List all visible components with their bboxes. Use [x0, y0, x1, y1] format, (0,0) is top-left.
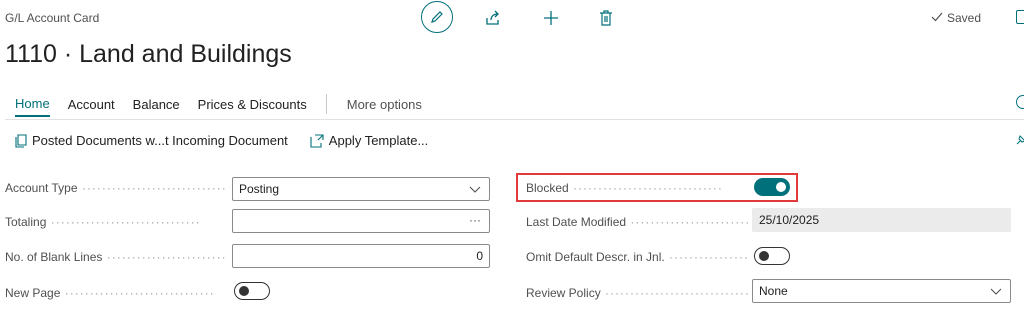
account-type-label: Account Type [5, 181, 228, 195]
action-tabs: Home Account Balance Prices & Discounts … [15, 94, 422, 118]
posted-documents-button[interactable]: Posted Documents w...t Incoming Document [15, 133, 288, 148]
breadcrumb: G/L Account Card [5, 11, 100, 25]
document-icon [15, 133, 27, 148]
new-page-label: New Page [5, 286, 228, 300]
checkmark-icon [931, 11, 943, 25]
chevron-down-icon [469, 186, 481, 193]
actions-bar: Posted Documents w...t Incoming Document… [15, 133, 450, 148]
tabs-divider [325, 94, 327, 114]
add-icon[interactable] [541, 8, 561, 28]
edit-icon[interactable] [421, 1, 453, 33]
totaling-label: Totaling [5, 215, 228, 229]
totaling-field[interactable]: ··· [232, 209, 490, 233]
last-modified-label: Last Date Modified [526, 215, 748, 229]
collapse-icon[interactable] [1016, 10, 1024, 24]
tab-balance[interactable]: Balance [133, 97, 180, 116]
tab-prices-discounts[interactable]: Prices & Discounts [198, 97, 307, 116]
blocked-label: Blocked [526, 181, 748, 195]
blank-lines-label: No. of Blank Lines [5, 250, 228, 264]
last-modified-value: 25/10/2025 [759, 213, 820, 227]
apply-template-label: Apply Template... [328, 133, 429, 148]
tab-account[interactable]: Account [68, 97, 115, 116]
last-modified-field: 25/10/2025 [752, 208, 1011, 232]
divider [5, 119, 1024, 120]
blocked-toggle[interactable] [754, 178, 790, 196]
delete-icon[interactable] [597, 8, 615, 28]
omit-descr-label: Omit Default Descr. in Jnl. [526, 250, 748, 264]
pin-icon[interactable] [1016, 134, 1024, 145]
review-policy-label: Review Policy [526, 286, 748, 300]
saved-label: Saved [947, 11, 982, 25]
apply-template-button[interactable]: Apply Template... [310, 133, 428, 148]
account-type-select[interactable]: Posting [232, 177, 490, 201]
page-title: 1110 · Land and Buildings [5, 40, 292, 68]
lookup-icon[interactable]: ··· [469, 213, 481, 227]
tab-home[interactable]: Home [15, 96, 50, 117]
blank-lines-field[interactable]: 0 [232, 244, 490, 268]
share-icon[interactable] [484, 9, 502, 27]
omit-descr-toggle[interactable] [754, 247, 790, 265]
new-page-toggle[interactable] [234, 282, 270, 300]
account-type-value: Posting [239, 182, 280, 196]
blank-lines-value: 0 [476, 249, 483, 263]
more-options-button[interactable]: More options [347, 97, 422, 116]
saved-status: Saved [931, 11, 981, 25]
review-policy-value: None [759, 284, 788, 298]
posted-documents-label: Posted Documents w...t Incoming Document [32, 133, 288, 148]
chevron-down-icon [990, 288, 1002, 295]
info-icon[interactable] [1016, 95, 1024, 109]
template-icon [310, 133, 324, 148]
review-policy-select[interactable]: None [752, 279, 1011, 303]
